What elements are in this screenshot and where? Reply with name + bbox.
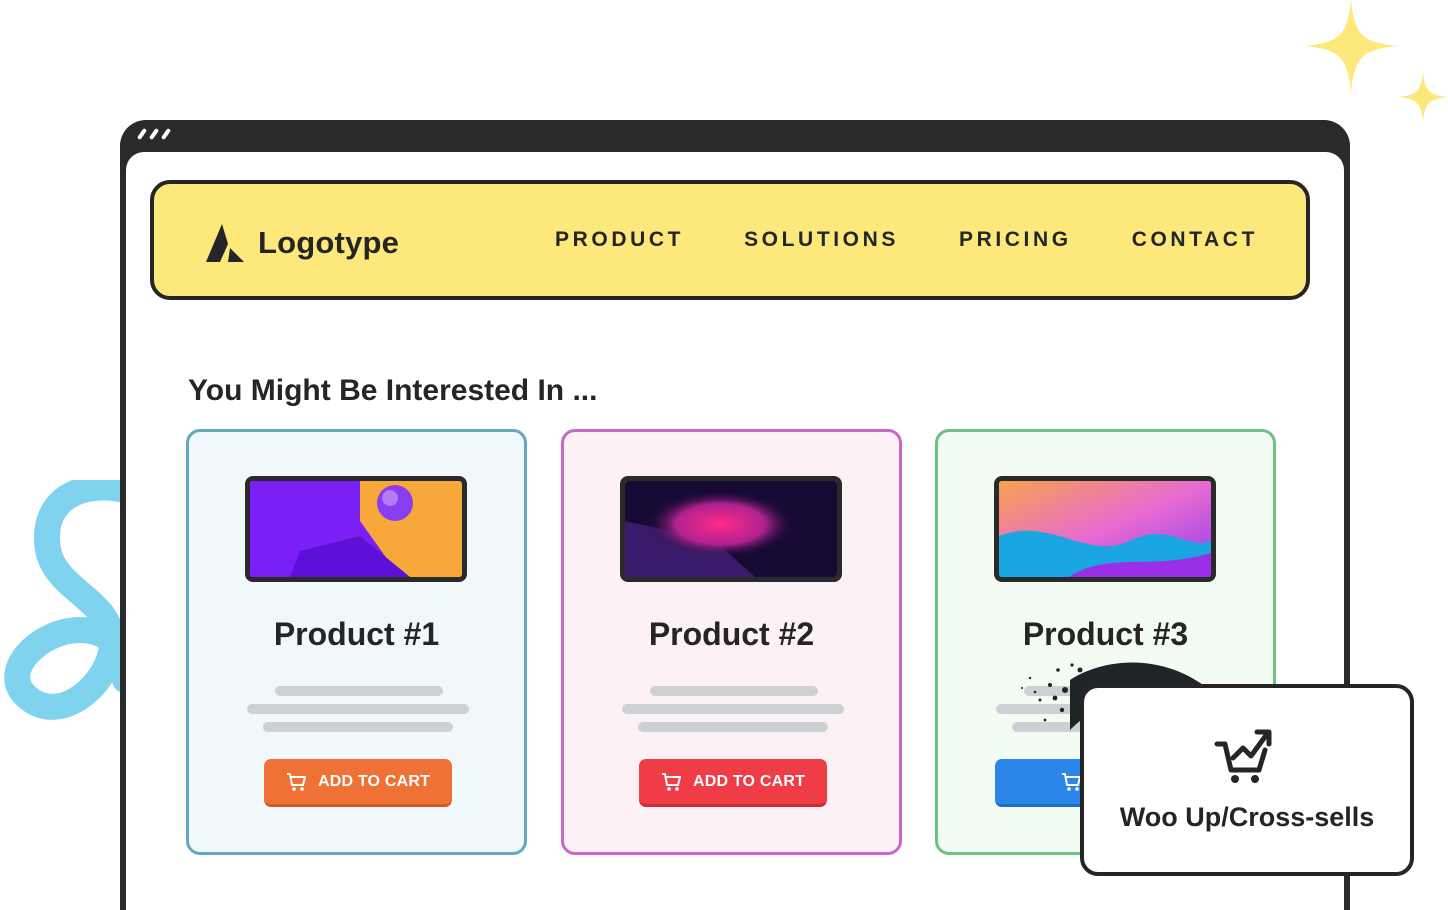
sparkle-large-icon xyxy=(1305,0,1397,92)
text-placeholder-line xyxy=(263,722,453,732)
product-image-2[interactable] xyxy=(620,476,842,582)
nav-item-contact[interactable]: CONTACT xyxy=(1132,228,1258,252)
product-image-3[interactable] xyxy=(994,476,1216,582)
logo[interactable]: Logotype xyxy=(204,222,399,264)
text-placeholder-line xyxy=(275,686,443,696)
product-name: Product #2 xyxy=(648,616,815,652)
sparkle-small-icon xyxy=(1398,72,1448,122)
text-placeholder-line xyxy=(638,722,828,732)
squiggle-decoration xyxy=(4,480,130,720)
badge-label: Woo Up/Cross-sells xyxy=(1119,802,1375,832)
product-name: Product #1 xyxy=(273,616,440,652)
cart-growth-icon xyxy=(1214,729,1272,783)
text-placeholder-line xyxy=(247,704,469,714)
add-to-cart-label: ADD TO CART xyxy=(317,772,431,790)
navigation-bar: Logotype PRODUCT SOLUTIONS PRICING CONTA… xyxy=(150,180,1310,300)
feature-badge: Woo Up/Cross-sells xyxy=(1080,684,1414,876)
cart-icon xyxy=(286,772,306,791)
add-to-cart-label: ADD TO CART xyxy=(692,772,806,790)
product-card-2: Product #2 ADD TO CART xyxy=(561,429,902,855)
window-controls xyxy=(136,127,172,141)
add-to-cart-button[interactable]: ADD TO CART xyxy=(264,759,452,807)
nav-menu: PRODUCT SOLUTIONS PRICING CONTACT xyxy=(555,184,1258,296)
product-image-1[interactable] xyxy=(245,476,467,582)
nav-item-solutions[interactable]: SOLUTIONS xyxy=(744,228,899,252)
text-placeholder-line xyxy=(622,704,844,714)
nav-item-pricing[interactable]: PRICING xyxy=(959,228,1072,252)
logo-text: Logotype xyxy=(258,225,400,260)
nav-item-product[interactable]: PRODUCT xyxy=(555,228,684,252)
cart-icon xyxy=(661,772,681,791)
add-to-cart-button[interactable]: ADD TO CART xyxy=(639,759,827,807)
text-placeholder-line xyxy=(650,686,818,696)
product-card-1: Product #1 ADD TO CART xyxy=(186,429,527,855)
section-title: You Might Be Interested In ... xyxy=(188,374,598,407)
logo-mark-icon xyxy=(206,224,244,262)
